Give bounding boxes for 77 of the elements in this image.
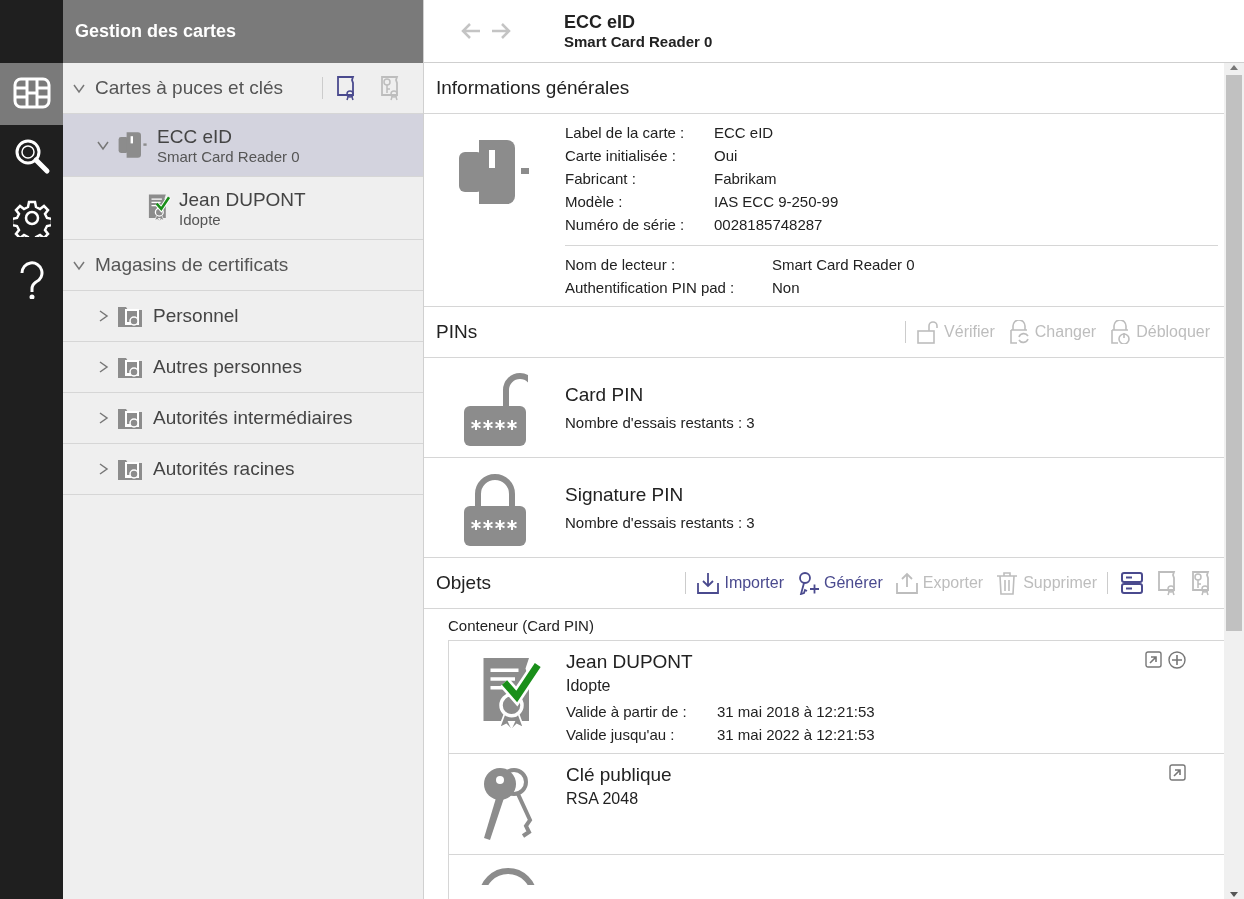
pin-info: Nombre d'essais restants : 3 (565, 414, 755, 431)
trash-icon (995, 571, 1020, 595)
field-value: 31 mai 2018 à 12:21:53 (717, 703, 876, 720)
object-subtitle: Idopte (566, 677, 612, 695)
tree-item-title: Autorités intermédiaires (153, 407, 353, 429)
tree-item[interactable]: Jean DUPONT Idopte (63, 177, 423, 240)
field-value: IAS ECC 9-250-99 (714, 193, 840, 210)
field-label: Numéro de série : (565, 216, 686, 233)
card-reader-icon (117, 129, 149, 161)
padlock-power-icon (1108, 320, 1133, 344)
scrollbar-thumb[interactable] (1226, 75, 1242, 631)
tree-item-subtitle: Idopte (179, 210, 222, 228)
page-subtitle: Smart Card Reader 0 (564, 33, 713, 50)
list-view-icon (1120, 571, 1144, 595)
key-plus-icon (796, 571, 820, 595)
external-link-icon (1169, 764, 1186, 781)
field-value: Smart Card Reader 0 (772, 256, 916, 273)
object-subtitle: RSA 2048 (566, 790, 640, 808)
settings-icon (12, 199, 51, 237)
field-label: Valide à partir de : (566, 703, 688, 720)
open-padlock-icon (916, 320, 941, 344)
tree-item-title: Personnel (153, 305, 239, 327)
tree-section-label: Cartes à puces et clés (95, 77, 284, 99)
field-value: Non (772, 279, 801, 296)
tree-item-title: Autres personnes (153, 356, 302, 378)
generate-button[interactable]: Générer (794, 571, 885, 595)
certificate-icon (335, 75, 357, 101)
field-label: Label de la carte : (565, 124, 686, 141)
section-title: Informations générales (436, 77, 631, 99)
tree-section[interactable]: Magasins de certificats (63, 240, 423, 291)
upload-icon (894, 571, 919, 595)
field-label: Nom de lecteur : (565, 256, 677, 273)
page-title: ECC eID (564, 12, 636, 33)
tree-item[interactable]: ECC eID Smart Card Reader 0 (63, 114, 423, 177)
field-label: Carte initialisée : (565, 147, 677, 164)
arrow-right-icon (490, 21, 512, 41)
scroll-up-icon (1229, 63, 1239, 71)
object-title: Jean DUPONT (566, 651, 694, 673)
tree-item-title: ECC eID (157, 125, 233, 148)
tree-item[interactable]: Autorités racines (63, 444, 423, 495)
field-value: 0028185748287 (714, 216, 824, 233)
tree-item[interactable]: Autres personnes (63, 342, 423, 393)
external-link-icon (1145, 651, 1162, 668)
tree-item-title: Jean DUPONT (179, 188, 306, 211)
scroll-down-icon (1229, 891, 1239, 899)
scrollbar[interactable] (1224, 63, 1244, 899)
key-certificate-icon (1190, 570, 1212, 596)
field-label: Authentification PIN pad : (565, 279, 736, 296)
toolbar-button[interactable] (1120, 571, 1144, 595)
field-value: 31 mai 2022 à 12:21:53 (717, 726, 876, 743)
field-value: Oui (714, 147, 739, 164)
download-icon (696, 571, 721, 595)
object-card[interactable]: Clé publique RSA 2048 (449, 754, 1224, 855)
field-label: Fabricant : (565, 170, 637, 187)
tree-item[interactable]: Autorités intermédiaires (63, 393, 423, 444)
import-button[interactable]: Importer (694, 571, 786, 595)
object-card[interactable]: Jean DUPONT Idopte Valide à partir de : 31 mai 2018 à 12:21:53 Valide jusqu'au : 31 mai 2022 à 12:21:53 (449, 641, 1224, 754)
pin-info: Nombre d'essais restants : 3 (565, 514, 755, 531)
field-label: Modèle : (565, 193, 624, 210)
plus-circle-icon (1168, 651, 1186, 669)
tree-item[interactable]: Personnel (63, 291, 423, 342)
tree-item-subtitle: Smart Card Reader 0 (157, 147, 300, 165)
field-label: Valide jusqu'au : (566, 726, 676, 743)
pin-name: Card PIN (565, 384, 645, 406)
section-title: PINs (436, 321, 479, 343)
field-value: ECC eID (714, 124, 775, 141)
sidebar-title: Gestion des cartes (63, 0, 423, 63)
arrow-left-icon (460, 21, 482, 41)
tree-item-title: Autorités racines (153, 458, 295, 480)
certificate-icon (1156, 570, 1178, 596)
container-label: Conteneur (Card PIN) (447, 616, 595, 636)
pin-name: Signature PIN (565, 484, 685, 506)
object-title: Clé publique (566, 764, 673, 786)
tree-section-label: Magasins de certificats (95, 254, 290, 276)
field-value: Fabrikam (714, 170, 778, 187)
key-certificate-icon (379, 75, 401, 101)
section-title: Objets (436, 572, 492, 594)
